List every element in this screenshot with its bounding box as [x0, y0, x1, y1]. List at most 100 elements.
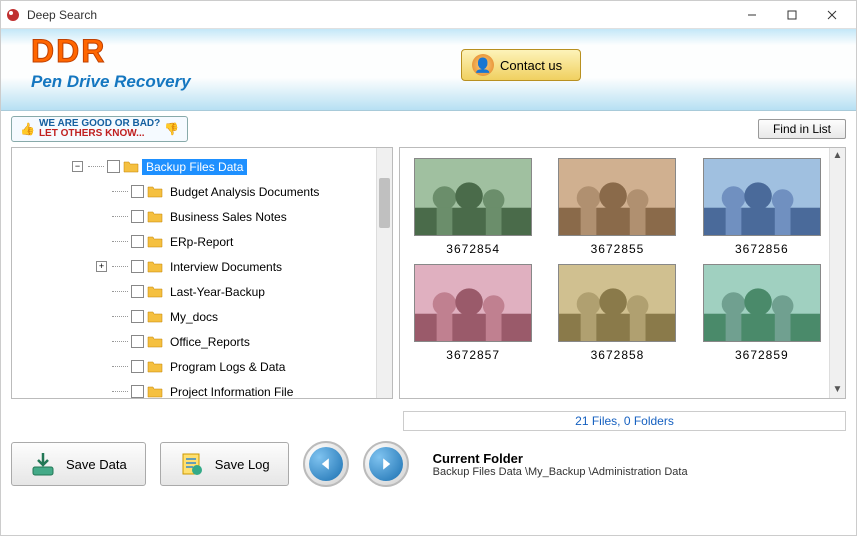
folder-icon: [147, 260, 163, 273]
tree-item-label: My_docs: [166, 309, 222, 325]
logo-text: DDR: [31, 29, 106, 70]
thumbs-scrollbar[interactable]: ▲ ▼: [829, 148, 845, 398]
close-button[interactable]: [812, 2, 852, 28]
collapse-icon[interactable]: −: [72, 161, 83, 172]
tree-item[interactable]: ERp-Report: [12, 229, 392, 254]
window-title: Deep Search: [27, 8, 732, 22]
folder-icon: [147, 385, 163, 398]
tree-checkbox[interactable]: [131, 260, 144, 273]
current-folder-path: Backup Files Data \My_Backup \Administra…: [433, 466, 836, 478]
thumbnail-filename: 3672855: [554, 242, 680, 256]
thumbnail-item[interactable]: 3672859: [699, 264, 825, 362]
nav-back-button[interactable]: [303, 441, 349, 487]
contact-us-button[interactable]: 👤 Contact us: [461, 49, 581, 81]
header-banner: DDR Pen Drive Recovery 👤 Contact us: [1, 29, 856, 111]
tree-checkbox[interactable]: [107, 160, 120, 173]
tree-item-label: Project Information File: [166, 384, 297, 400]
thumb-up-icon: 👍: [20, 123, 35, 135]
folder-icon: [147, 310, 163, 323]
save-log-label: Save Log: [215, 457, 270, 472]
contact-icon: 👤: [472, 54, 494, 76]
folder-icon: [147, 360, 163, 373]
thumbnail-item[interactable]: 3672857: [410, 264, 536, 362]
thumbnail-image: [414, 158, 532, 236]
current-folder-heading: Current Folder: [433, 451, 836, 466]
tree-checkbox[interactable]: [131, 335, 144, 348]
tree-item-label: Business Sales Notes: [166, 209, 291, 225]
thumbnail-filename: 3672856: [699, 242, 825, 256]
tree-item[interactable]: Budget Analysis Documents: [12, 179, 392, 204]
save-data-icon: [30, 451, 56, 477]
tree-item[interactable]: Office_Reports: [12, 329, 392, 354]
tree-item[interactable]: Program Logs & Data: [12, 354, 392, 379]
tree-item-label: Backup Files Data: [142, 159, 247, 175]
save-log-button[interactable]: Save Log: [160, 442, 289, 486]
tree-item[interactable]: − Backup Files Data: [12, 154, 392, 179]
tree-item[interactable]: Business Sales Notes: [12, 204, 392, 229]
thumbnail-filename: 3672857: [410, 348, 536, 362]
tree-checkbox[interactable]: [131, 185, 144, 198]
tree-checkbox[interactable]: [131, 385, 144, 398]
tree-item-label: Interview Documents: [166, 259, 286, 275]
thumbnail-image: [703, 158, 821, 236]
minimize-button[interactable]: [732, 2, 772, 28]
nav-forward-button[interactable]: [363, 441, 409, 487]
thumbnail-image: [558, 264, 676, 342]
tree-item-label: Program Logs & Data: [166, 359, 289, 375]
folder-tree-panel: − Backup Files Data Budget Analysis Docume…: [11, 147, 393, 399]
folder-icon: [147, 185, 163, 198]
tree-checkbox[interactable]: [131, 360, 144, 373]
status-summary: 21 Files, 0 Folders: [403, 411, 846, 431]
feedback-badge[interactable]: 👍 WE ARE GOOD OR BAD? LET OTHERS KNOW...…: [11, 116, 188, 142]
thumbnail-item[interactable]: 3672854: [410, 158, 536, 256]
scroll-up-icon[interactable]: ▲: [830, 148, 845, 164]
scroll-down-icon[interactable]: ▼: [830, 382, 845, 398]
tree-item[interactable]: + Interview Documents: [12, 254, 392, 279]
bottom-toolbar: Save Data Save Log Current Folder Backup…: [1, 431, 856, 497]
folder-icon: [147, 285, 163, 298]
thumbnail-image: [558, 158, 676, 236]
titlebar: Deep Search: [1, 1, 856, 29]
folder-icon: [123, 160, 139, 173]
tree-checkbox[interactable]: [131, 285, 144, 298]
tree-checkbox[interactable]: [131, 210, 144, 223]
current-folder-box: Current Folder Backup Files Data \My_Bac…: [423, 447, 846, 482]
contact-label: Contact us: [500, 58, 562, 73]
tree-item-label: Last-Year-Backup: [166, 284, 269, 300]
thumbnail-filename: 3672859: [699, 348, 825, 362]
thumb-down-icon: 👎: [164, 123, 179, 135]
toolbar: 👍 WE ARE GOOD OR BAD? LET OTHERS KNOW...…: [1, 111, 856, 147]
arrow-right-icon: [379, 457, 393, 471]
expand-icon[interactable]: +: [96, 261, 107, 272]
thumbnail-item[interactable]: 3672856: [699, 158, 825, 256]
thumbnail-item[interactable]: 3672858: [554, 264, 680, 362]
tree-item[interactable]: Project Information File: [12, 379, 392, 399]
tree-checkbox[interactable]: [131, 310, 144, 323]
product-name: Pen Drive Recovery: [31, 72, 856, 92]
tree-item-label: Budget Analysis Documents: [166, 184, 323, 200]
save-log-icon: [179, 451, 205, 477]
thumbnail-filename: 3672854: [410, 242, 536, 256]
arrow-left-icon: [319, 457, 333, 471]
tree-item-label: ERp-Report: [166, 234, 237, 250]
save-data-label: Save Data: [66, 457, 127, 472]
folder-icon: [147, 335, 163, 348]
tree-scrollbar[interactable]: [376, 148, 392, 398]
thumbnails-panel: 3672854 3672855 3672856 3672857 3672858 36728…: [399, 147, 846, 399]
feedback-line2: LET OTHERS KNOW...: [39, 129, 160, 139]
main-area: − Backup Files Data Budget Analysis Docume…: [1, 147, 856, 409]
tree-checkbox[interactable]: [131, 235, 144, 248]
maximize-button[interactable]: [772, 2, 812, 28]
folder-icon: [147, 235, 163, 248]
save-data-button[interactable]: Save Data: [11, 442, 146, 486]
thumbnail-image: [703, 264, 821, 342]
status-row: 21 Files, 0 Folders: [1, 409, 856, 431]
tree-item-label: Office_Reports: [166, 334, 254, 350]
thumbnail-image: [414, 264, 532, 342]
folder-icon: [147, 210, 163, 223]
thumbnail-item[interactable]: 3672855: [554, 158, 680, 256]
app-icon: [5, 7, 21, 23]
find-in-list-button[interactable]: Find in List: [758, 119, 846, 139]
tree-item[interactable]: My_docs: [12, 304, 392, 329]
tree-item[interactable]: Last-Year-Backup: [12, 279, 392, 304]
